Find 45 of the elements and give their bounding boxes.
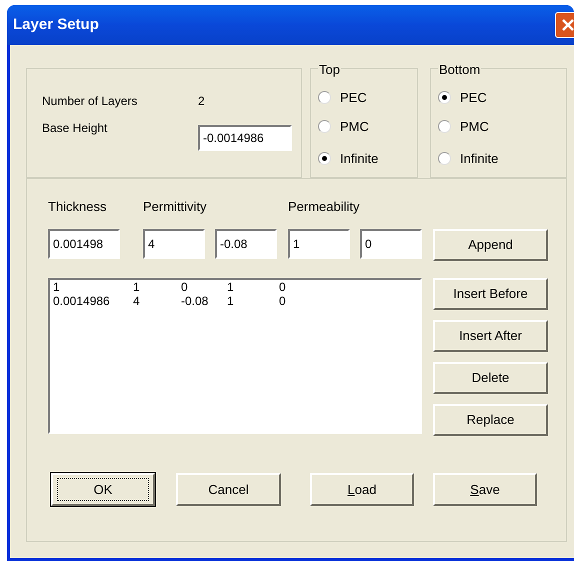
value-field[interactable]: 1 [288, 229, 350, 259]
dialog-button[interactable]: Cancel [176, 473, 281, 506]
radio-label: Infinite [460, 150, 498, 168]
dialog-button[interactable]: OK [51, 473, 155, 506]
dialog-button[interactable]: Load [310, 473, 414, 506]
base-height-field[interactable]: -0.0014986 [198, 125, 292, 151]
layer-count-label: Number of Layers [42, 93, 138, 110]
action-button[interactable]: Replace [433, 404, 548, 436]
list-cell: 1 [133, 280, 140, 294]
close-button[interactable] [555, 12, 574, 38]
radio-button[interactable] [438, 152, 451, 166]
layer-list[interactable]: 1 1 0 1 0 0.0014986 4 -0.08 1 0 [48, 278, 422, 434]
radio-label: PEC [460, 89, 487, 107]
action-button[interactable]: Append [433, 229, 548, 261]
action-button[interactable]: Delete [433, 362, 548, 394]
value-field[interactable]: 0.001498 [48, 229, 120, 259]
action-button[interactable]: Insert Before [433, 278, 548, 310]
radio-label: PMC [340, 118, 369, 136]
radio-button[interactable] [318, 120, 331, 133]
radio-label: PEC [340, 89, 367, 107]
radio-button[interactable] [318, 152, 331, 166]
radio-button[interactable] [438, 91, 451, 104]
list-cell: 4 [133, 294, 140, 308]
layer-count: 2 [198, 93, 205, 110]
value-field[interactable]: 0 [360, 229, 422, 259]
close-icon [561, 18, 574, 32]
column-label: Thickness [48, 198, 108, 211]
radio-button[interactable] [318, 91, 331, 104]
radio-button[interactable] [438, 120, 451, 133]
radio-label: Infinite [340, 150, 378, 168]
list-cell: 0.0014986 [53, 294, 110, 308]
base-height-label: Base Height [42, 120, 108, 137]
list-cell: -0.08 [181, 294, 208, 308]
window-title: Layer Setup [13, 14, 99, 35]
list-cell: 0 [279, 294, 286, 308]
value-field[interactable]: -0.08 [215, 229, 277, 259]
list-cell: 0 [181, 280, 188, 294]
list-cell: 1 [227, 294, 234, 308]
action-button[interactable]: Insert After [433, 320, 548, 352]
list-cell: 1 [227, 280, 234, 294]
list-cell: 1 [53, 280, 60, 294]
value-field[interactable]: 4 [143, 229, 205, 259]
radio-label: PMC [460, 118, 489, 136]
dialog-button[interactable]: Save [433, 473, 537, 506]
list-cell: 0 [279, 280, 286, 294]
